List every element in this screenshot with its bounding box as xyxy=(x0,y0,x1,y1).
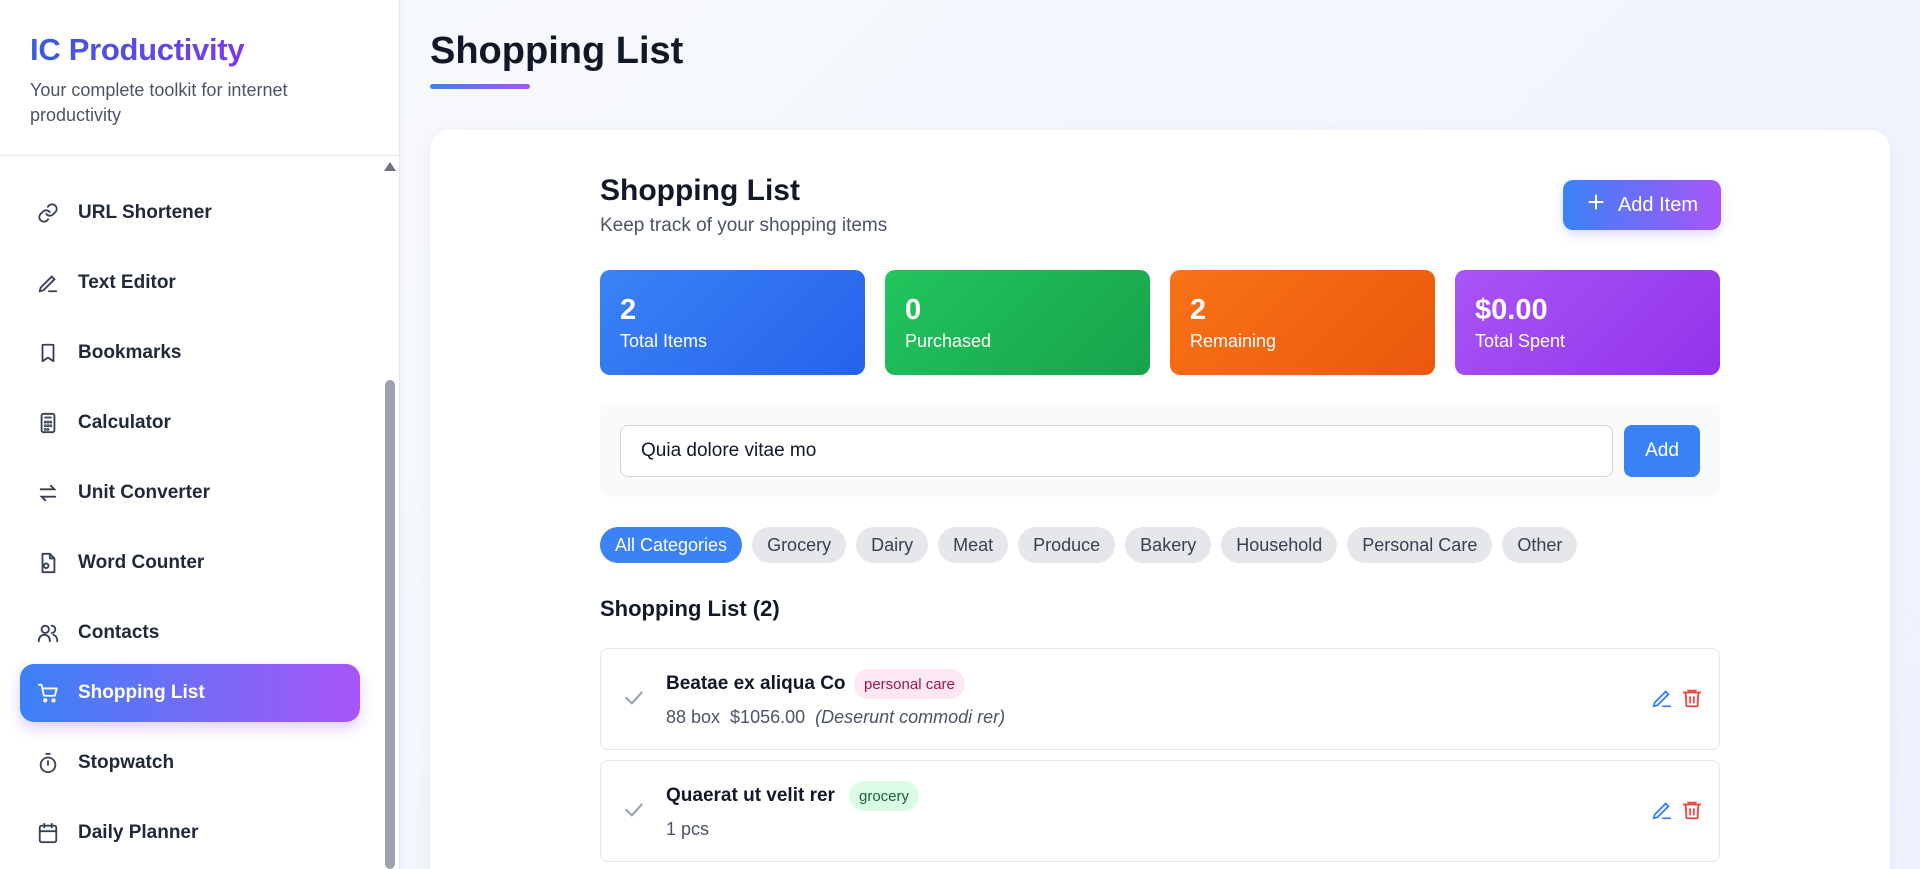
sidebar-item-label: Bookmarks xyxy=(78,342,182,363)
sidebar-scrollbar[interactable] xyxy=(383,158,397,869)
item-meta: 1 pcs xyxy=(666,819,709,840)
sidebar-item-label: Stopwatch xyxy=(78,752,175,773)
category-chip-produce[interactable]: Produce xyxy=(1018,527,1116,563)
sidebar-nav: URL Shortener Text Editor Bookmarks Calc… xyxy=(0,157,380,869)
sidebar-item-daily-planner[interactable]: Daily Planner xyxy=(20,804,360,862)
check-icon[interactable] xyxy=(621,797,647,823)
category-chip-dairy[interactable]: Dairy xyxy=(856,527,929,563)
panel-subtitle: Keep track of your shopping items xyxy=(600,215,888,236)
quick-add-button[interactable]: Add xyxy=(1624,425,1700,477)
add-item-label: Add Item xyxy=(1617,193,1699,216)
sidebar-item-label: Word Counter xyxy=(78,552,205,573)
panel-title: Shopping List xyxy=(600,174,800,207)
category-badge: grocery xyxy=(849,781,920,811)
sidebar-item-label: Calculator xyxy=(78,412,171,433)
brand: IC Productivity Your complete toolkit fo… xyxy=(0,0,399,156)
category-chip-personal-care[interactable]: Personal Care xyxy=(1347,527,1493,563)
sidebar-item-url-shortener[interactable]: URL Shortener xyxy=(20,184,360,242)
stat-value: 2 xyxy=(620,294,637,326)
stat-label: Remaining xyxy=(1190,331,1277,351)
users-icon xyxy=(34,619,62,647)
brand-title[interactable]: IC Productivity xyxy=(30,32,245,68)
page-title: Shopping List xyxy=(430,30,684,72)
check-icon[interactable] xyxy=(621,685,647,711)
stat-label: Purchased xyxy=(905,331,992,351)
stat-value: 2 xyxy=(1190,294,1207,326)
item-name: Quaerat ut velit rer xyxy=(666,785,835,806)
sidebar-item-contacts[interactable]: Contacts xyxy=(20,604,360,662)
sidebar-item-label: Unit Converter xyxy=(78,482,210,503)
trash-icon[interactable] xyxy=(1681,799,1703,821)
quick-add-box: Quia dolore vitae mo Add xyxy=(600,405,1720,497)
pencil-icon xyxy=(34,269,62,297)
title-underline xyxy=(430,84,530,89)
arrows-exchange-icon xyxy=(34,479,62,507)
sidebar-item-unit-converter[interactable]: Unit Converter xyxy=(20,464,360,522)
category-chip-meat[interactable]: Meat xyxy=(938,527,1009,563)
shopping-list-card: Shopping List Keep track of your shoppin… xyxy=(430,130,1890,869)
item-price: $1056.00 xyxy=(730,707,806,727)
list-item: Beatae ex aliqua Co personal care 88 box… xyxy=(600,648,1720,750)
edit-icon[interactable] xyxy=(1651,687,1673,709)
item-note: (Deserunt commodi rer) xyxy=(815,707,1006,727)
bookmark-icon xyxy=(34,339,62,367)
sidebar-item-stopwatch[interactable]: Stopwatch xyxy=(20,734,360,792)
sidebar-item-label: Contacts xyxy=(78,622,160,643)
document-count-icon xyxy=(34,549,62,577)
scrollbar-thumb[interactable] xyxy=(385,380,395,869)
scroll-up-arrow-icon[interactable] xyxy=(384,162,396,171)
plus-icon xyxy=(1586,192,1606,218)
link-icon xyxy=(34,199,62,227)
sidebar-item-shopping-list[interactable]: Shopping List xyxy=(20,664,360,722)
category-filter: All Categories Grocery Dairy Meat Produc… xyxy=(600,527,1578,563)
sidebar-item-word-counter[interactable]: Word Counter xyxy=(20,534,360,592)
calendar-icon xyxy=(34,819,62,847)
stat-total-spent: $0.00 Total Spent xyxy=(1455,270,1720,375)
timer-icon xyxy=(34,749,62,777)
item-name-input[interactable]: Quia dolore vitae mo xyxy=(620,425,1613,477)
stat-label: Total Spent xyxy=(1475,331,1566,351)
calculator-icon xyxy=(34,409,62,437)
cart-icon xyxy=(34,679,62,707)
stat-value: $0.00 xyxy=(1475,294,1548,326)
stat-label: Total Items xyxy=(620,331,708,351)
stat-value: 0 xyxy=(905,294,922,326)
sidebar-item-bookmarks[interactable]: Bookmarks xyxy=(20,324,360,382)
item-quantity: 88 box xyxy=(666,707,721,727)
category-badge: personal care xyxy=(854,669,965,699)
sidebar-item-text-editor[interactable]: Text Editor xyxy=(20,254,360,312)
category-chip-all[interactable]: All Categories xyxy=(600,527,743,563)
sidebar-item-label: URL Shortener xyxy=(78,202,212,223)
add-item-button[interactable]: Add Item xyxy=(1563,180,1721,230)
item-name: Beatae ex aliqua Co xyxy=(666,673,846,694)
trash-icon[interactable] xyxy=(1681,687,1703,709)
category-chip-other[interactable]: Other xyxy=(1502,527,1578,563)
sidebar-item-label: Text Editor xyxy=(78,272,176,293)
sidebar-item-label: Shopping List xyxy=(78,682,205,703)
stat-total-items: 2 Total Items xyxy=(600,270,865,375)
stat-purchased: 0 Purchased xyxy=(885,270,1150,375)
brand-subtitle: Your complete toolkit for internet produ… xyxy=(30,80,288,125)
sidebar-item-calculator[interactable]: Calculator xyxy=(20,394,360,452)
stat-remaining: 2 Remaining xyxy=(1170,270,1435,375)
edit-icon[interactable] xyxy=(1651,799,1673,821)
list-item: Quaerat ut velit rer grocery 1 pcs xyxy=(600,760,1720,862)
category-chip-grocery[interactable]: Grocery xyxy=(752,527,847,563)
sidebar-item-label: Daily Planner xyxy=(78,822,199,843)
list-title: Shopping List (2) xyxy=(600,596,780,621)
sidebar: IC Productivity Your complete toolkit fo… xyxy=(0,0,400,869)
item-meta: 88 box $1056.00 (Deserunt commodi rer) xyxy=(666,707,1005,728)
category-chip-household[interactable]: Household xyxy=(1221,527,1338,563)
item-quantity: 1 pcs xyxy=(666,819,710,839)
category-chip-bakery[interactable]: Bakery xyxy=(1125,527,1212,563)
